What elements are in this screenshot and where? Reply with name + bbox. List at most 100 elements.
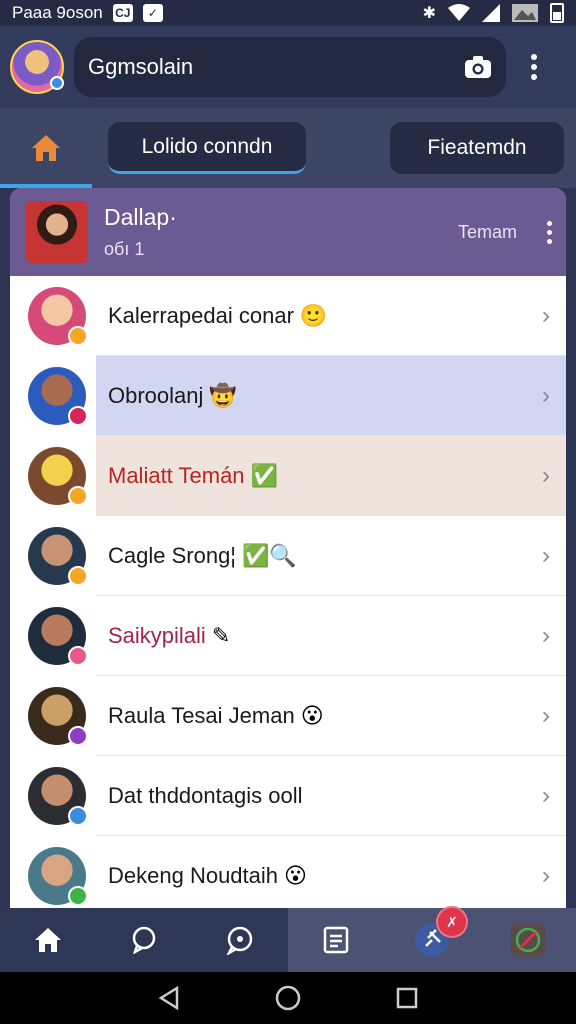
- presence-badge: [68, 886, 88, 906]
- header-menu-icon[interactable]: [547, 220, 552, 244]
- contact-name: Cagle Srong¦: [108, 542, 237, 568]
- contact-row[interactable]: Kalerrapedai conar 🙂 ›: [10, 276, 566, 356]
- presence-badge: [68, 806, 88, 826]
- chat-bubble-icon: [132, 926, 156, 954]
- contact-row-content: Obroolanj 🤠 ›: [96, 356, 566, 436]
- home-circle-icon[interactable]: [275, 985, 301, 1011]
- tab-primary[interactable]: Lolido conndn: [108, 122, 306, 174]
- emoji-icon: 😮: [300, 702, 324, 728]
- contact-name: Kalerrapedai conar: [108, 302, 294, 328]
- recents-icon[interactable]: [396, 987, 418, 1009]
- contact-list: Kalerrapedai conar 🙂 › Obroolanj 🤠 › Maliatt T…: [10, 276, 566, 908]
- emoji-icon: 😮: [284, 862, 307, 888]
- search-input[interactable]: Ggmsolain: [74, 37, 506, 97]
- notification-badge: ✗: [436, 906, 468, 938]
- chevron-right-icon: ›: [542, 621, 550, 649]
- emoji-icon: 🙂: [299, 302, 328, 328]
- bottom-nav-right: ✗: [288, 906, 576, 972]
- chevron-right-icon: ›: [542, 381, 550, 409]
- contact-name: Dekeng Noudtaih: [108, 862, 279, 888]
- search-text: Ggmsolain: [88, 54, 194, 79]
- header-title: Dallap·: [104, 204, 177, 230]
- contact-row-content: Dekeng Noudtaih 😮 ›: [96, 836, 566, 908]
- contact-row[interactable]: Dekeng Noudtaih 😮 ›: [10, 836, 566, 908]
- contact-row-content: Kalerrapedai conar 🙂 ›: [96, 276, 566, 356]
- message-icon: [226, 926, 253, 955]
- presence-badge: [68, 646, 88, 666]
- battery-icon: [550, 3, 564, 23]
- tab-home[interactable]: [0, 108, 92, 188]
- contact-name: Dat thddontagis ooll: [108, 782, 303, 808]
- presence-badge: [68, 566, 88, 586]
- tab-secondary[interactable]: Fieatemdn: [390, 122, 564, 174]
- system-nav-bar: [0, 972, 576, 1024]
- contact-row-content: Cagle Srong¦ ✅🔍 ›: [96, 516, 566, 596]
- contact-name: Obroolanj: [108, 382, 204, 408]
- chevron-right-icon: ›: [542, 461, 550, 489]
- nav-home[interactable]: [28, 920, 68, 960]
- presence-badge: [68, 406, 88, 426]
- status-right: ✱: [423, 3, 564, 23]
- home-icon: [35, 928, 61, 952]
- bottom-nav: ✗: [0, 906, 576, 972]
- contact-row[interactable]: Cagle Srong¦ ✅🔍 ›: [10, 516, 566, 596]
- check-notification-icon: ✓: [142, 4, 163, 22]
- contact-row[interactable]: Saikypilali ✎ ›: [10, 596, 566, 676]
- notification-icon: CJ: [112, 4, 133, 22]
- group-avatar: [26, 201, 88, 263]
- contact-row[interactable]: Dat thddontagis ooll ›: [10, 756, 566, 836]
- nav-chat[interactable]: [124, 920, 164, 960]
- contact-name: Saikypilali: [108, 622, 206, 648]
- contact-row[interactable]: Obroolanj 🤠 ›: [10, 356, 566, 436]
- profile-status-badge: [50, 76, 64, 90]
- camera-icon[interactable]: [464, 55, 492, 79]
- emoji-icon: ✅: [250, 462, 278, 488]
- status-bar: Paaa 9oson CJ ✓ ✱: [0, 0, 576, 26]
- chevron-right-icon: ›: [542, 781, 550, 809]
- signal-icon: [482, 4, 500, 22]
- emoji-icon: 🤠: [209, 382, 237, 408]
- home-icon: [32, 135, 60, 161]
- image-icon: [512, 4, 538, 22]
- nav-pin[interactable]: ✗: [412, 906, 468, 960]
- contact-row-content: Saikypilali ✎ ›: [96, 596, 566, 676]
- header-action-link[interactable]: Temam: [458, 222, 517, 243]
- back-icon[interactable]: [158, 986, 180, 1010]
- emoji-icon: ✎: [211, 622, 231, 648]
- overflow-menu-icon[interactable]: [524, 54, 544, 80]
- status-left: Paaa 9oson CJ ✓: [12, 3, 163, 23]
- contact-row[interactable]: Maliatt Temán ✅ ›: [10, 436, 566, 516]
- chevron-right-icon: ›: [542, 301, 550, 329]
- app-bar: Ggmsolain: [0, 26, 576, 108]
- header-subtitle: oбı 1: [104, 239, 145, 259]
- contact-row-content: Dat thddontagis ooll ›: [96, 756, 566, 836]
- wifi-icon: [448, 4, 470, 21]
- tab-primary-label: Lolido conndn: [141, 134, 273, 158]
- profile-avatar[interactable]: [10, 40, 64, 94]
- contact-row[interactable]: Raula Tesai Jeman 😮 ›: [10, 676, 566, 756]
- document-icon: [323, 926, 349, 954]
- emoji-icon: ✅🔍: [242, 542, 297, 568]
- presence-badge: [68, 326, 88, 346]
- contact-name: Maliatt Temán: [108, 462, 245, 488]
- tab-row: Lolido conndn Fieatemdn: [0, 108, 576, 188]
- card-header[interactable]: Dallap· oбı 1 Temam: [10, 188, 566, 276]
- tab-secondary-label: Fieatemdn: [427, 136, 527, 159]
- contact-row-content: Raula Tesai Jeman 😮 ›: [96, 676, 566, 756]
- nav-notes[interactable]: [316, 920, 356, 960]
- app-icon: [511, 923, 545, 957]
- nav-extra[interactable]: [508, 920, 548, 960]
- contact-row-content: Maliatt Temán ✅ ›: [96, 436, 566, 516]
- bottom-nav-left: [0, 908, 288, 972]
- chevron-right-icon: ›: [542, 861, 550, 889]
- contact-card: Dallap· oбı 1 Temam Kalerrapedai conar 🙂 ›…: [10, 188, 566, 908]
- chevron-right-icon: ›: [542, 541, 550, 569]
- chevron-right-icon: ›: [542, 701, 550, 729]
- presence-badge: [68, 726, 88, 746]
- header-text: Dallap· oбı 1: [104, 204, 458, 260]
- nav-messages[interactable]: [220, 920, 260, 960]
- presence-badge: [68, 486, 88, 506]
- bluetooth-icon: ✱: [422, 5, 436, 22]
- status-carrier-text: Paaa 9oson: [12, 3, 103, 22]
- contact-name: Raula Tesai Jeman: [108, 702, 295, 728]
